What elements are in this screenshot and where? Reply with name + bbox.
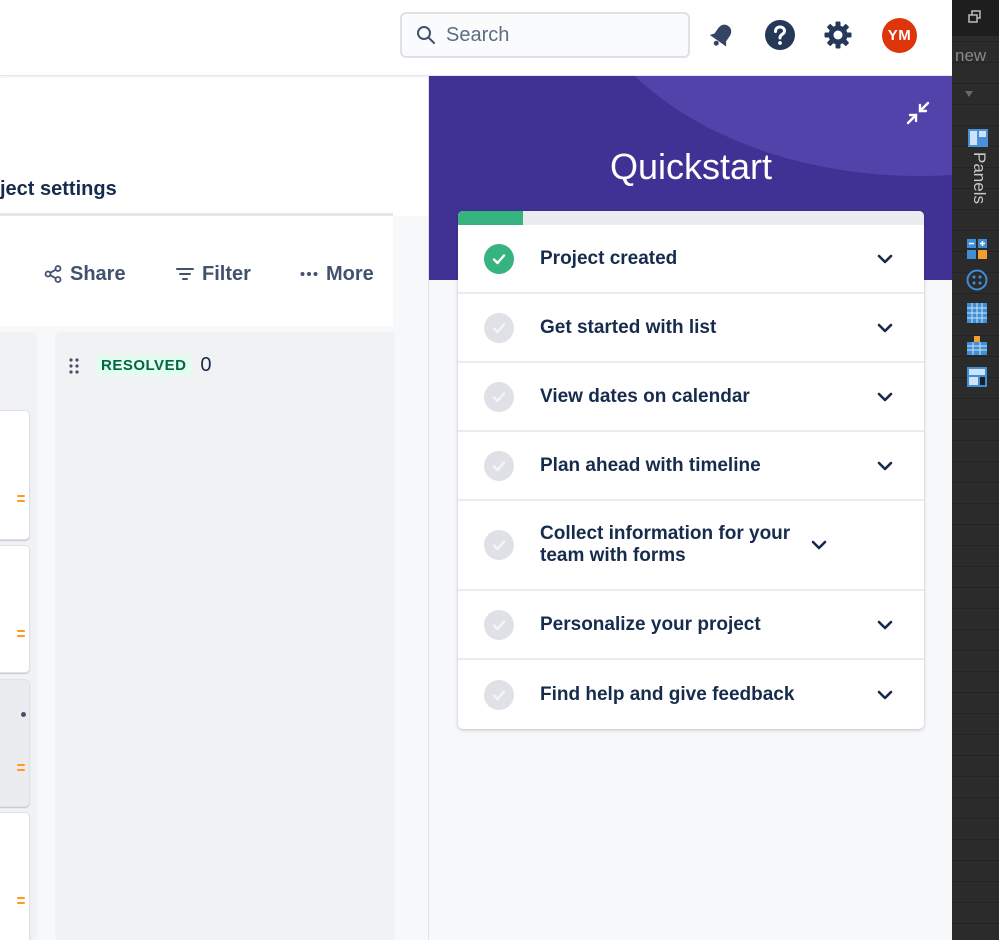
pending-check-icon <box>484 381 514 412</box>
column-count: 0 <box>200 354 212 376</box>
chevron-down-icon[interactable] <box>810 536 828 554</box>
top-navigation-bar: YM <box>0 0 952 76</box>
board-column-resolved <box>55 332 395 940</box>
checklist-item-label: Personalize your project <box>540 613 761 635</box>
priority-medium-icon <box>17 495 25 509</box>
help-button[interactable] <box>763 18 797 52</box>
progress-bar <box>458 211 924 225</box>
pending-check-icon <box>484 679 514 710</box>
checklist-item-label: Project created <box>540 247 678 269</box>
filter-icon <box>176 268 194 280</box>
grid-icon[interactable] <box>966 302 988 324</box>
share-label: Share <box>70 262 126 285</box>
app-window: YM ject settings Share Filter More <box>0 0 953 940</box>
search-input[interactable] <box>446 23 666 47</box>
notifications-icon <box>709 24 732 47</box>
chevron-down-icon[interactable] <box>876 686 894 704</box>
panels-icon <box>968 129 988 147</box>
settings-icon <box>824 21 852 49</box>
chevron-down-icon[interactable] <box>876 319 894 337</box>
panels-label: Panels <box>970 152 989 204</box>
chevron-down-icon[interactable] <box>876 388 894 406</box>
checklist-item-label: Plan ahead with timeline <box>540 454 761 476</box>
calculator-icon[interactable] <box>966 238 988 260</box>
checklist-item[interactable]: Personalize your project <box>458 591 924 660</box>
help-icon <box>765 20 795 50</box>
pattern-icon[interactable] <box>966 269 988 291</box>
more-label: More <box>326 262 374 285</box>
share-icon <box>44 265 62 283</box>
checklist-item-label: Collect information for your team with f… <box>540 523 791 566</box>
completed-check-icon <box>484 243 514 274</box>
panels-tab[interactable]: Panels <box>965 129 991 220</box>
quickstart-checklist: Project created Get started with list View… <box>458 211 924 729</box>
checklist-item[interactable]: Get started with list <box>458 294 924 363</box>
chevron-down-icon[interactable] <box>876 457 894 475</box>
pending-check-icon <box>484 530 514 560</box>
layers-icon[interactable] <box>966 334 988 356</box>
status-badge: RESOLVED <box>95 355 193 376</box>
more-button[interactable]: More <box>300 262 374 286</box>
restore-window-icon[interactable] <box>968 10 982 24</box>
checklist-item[interactable]: Project created <box>458 225 924 294</box>
checklist-item[interactable]: Find help and give feedback <box>458 660 924 729</box>
priority-medium-icon <box>17 630 25 644</box>
progress-fill <box>458 211 524 225</box>
priority-medium-icon <box>17 897 25 911</box>
card-menu-icon[interactable] <box>21 712 26 717</box>
drag-handle-icon[interactable] <box>67 355 81 377</box>
avatar-initials: YM <box>887 27 912 44</box>
search-box[interactable] <box>400 12 690 58</box>
filter-button[interactable]: Filter <box>176 262 251 286</box>
task-card[interactable] <box>0 812 30 940</box>
task-card[interactable] <box>0 545 30 673</box>
checklist-item-label: Find help and give feedback <box>540 683 795 705</box>
tab-project-settings[interactable]: ject settings <box>0 178 117 201</box>
window-layout-icon[interactable] <box>966 366 988 388</box>
pending-check-icon <box>484 450 514 481</box>
checklist-item-label: View dates on calendar <box>540 385 750 407</box>
notifications-button[interactable] <box>705 18 739 52</box>
pending-check-icon <box>484 609 514 640</box>
priority-medium-icon <box>17 764 25 778</box>
filter-label: Filter <box>202 262 251 285</box>
checklist-items: Project created Get started with list View… <box>458 225 924 729</box>
share-button[interactable]: Share <box>44 262 126 286</box>
checklist-item[interactable]: View dates on calendar <box>458 363 924 432</box>
minimize-icon[interactable] <box>905 100 931 126</box>
task-card[interactable] <box>0 679 30 807</box>
settings-button[interactable] <box>821 18 855 52</box>
column-header-resolved: RESOLVED 0 <box>67 354 212 377</box>
dock-new-label[interactable]: new <box>955 46 986 66</box>
more-icon <box>300 272 318 276</box>
quickstart-title: Quickstart <box>609 146 773 187</box>
dock-caret-icon <box>965 91 973 97</box>
quickstart-panel: Quickstart Project created Get started wi… <box>428 76 953 940</box>
search-icon <box>417 26 435 44</box>
checklist-item[interactable]: Plan ahead with timeline <box>458 432 924 501</box>
checklist-item-label: Get started with list <box>540 316 717 338</box>
chevron-down-icon[interactable] <box>876 616 894 634</box>
task-card[interactable] <box>0 410 30 540</box>
checklist-item[interactable]: Collect information for your team with f… <box>458 501 924 591</box>
pending-check-icon <box>484 312 514 343</box>
user-avatar[interactable]: YM <box>882 18 917 53</box>
chevron-down-icon[interactable] <box>876 250 894 268</box>
